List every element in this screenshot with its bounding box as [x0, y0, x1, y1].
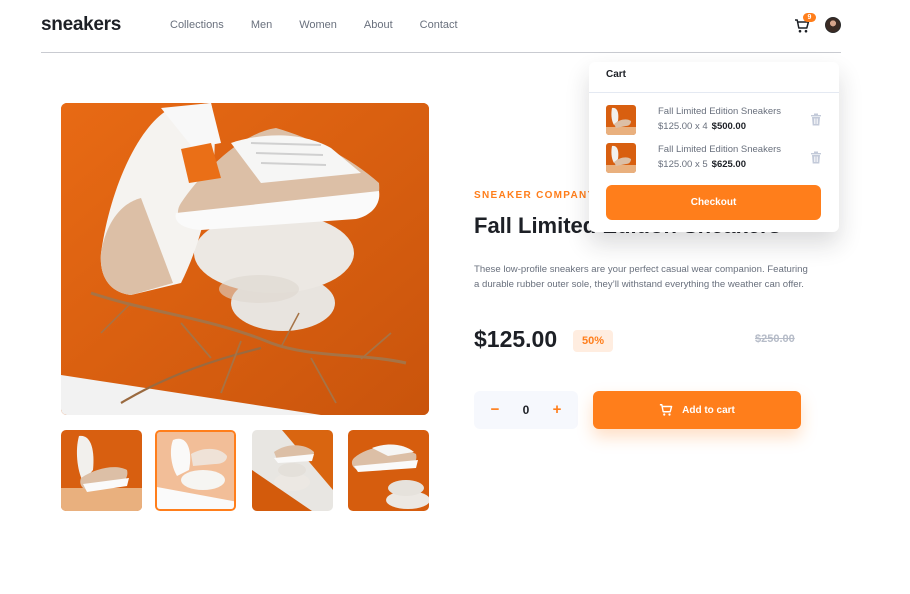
company-label: SNEAKER COMPANY	[474, 190, 596, 201]
thumbnail-4[interactable]	[348, 430, 429, 511]
cart-count-badge: 9	[803, 13, 816, 22]
product-description: These low-profile sneakers are your perf…	[474, 264, 808, 290]
cart-divider	[589, 92, 839, 93]
discount-badge: 50%	[573, 330, 613, 352]
add-to-cart-button[interactable]: Add to cart	[593, 391, 801, 429]
nav-about[interactable]: About	[364, 19, 393, 31]
current-price: $125.00	[474, 326, 558, 352]
original-price: $250.00	[755, 333, 795, 345]
nav-contact[interactable]: Contact	[420, 19, 458, 31]
cart-item-total: $625.00	[711, 159, 746, 170]
nav-collections[interactable]: Collections	[170, 19, 224, 31]
cart-item-calc: $125.00 x 4	[658, 121, 708, 132]
checkout-button[interactable]: Checkout	[606, 185, 821, 220]
quantity-stepper: − 0 +	[474, 391, 578, 429]
cart-item-total: $500.00	[711, 121, 746, 132]
main-product-image[interactable]	[61, 103, 429, 415]
cart-item: Fall Limited Edition Sneakers $125.00 x …	[606, 143, 826, 173]
cart-item: Fall Limited Edition Sneakers $125.00 x …	[606, 105, 826, 135]
cart-title: Cart	[606, 69, 627, 80]
cart-item-price: $125.00 x 5 $625.00	[658, 159, 746, 170]
add-to-cart-label: Add to cart	[682, 404, 735, 416]
trash-icon[interactable]	[810, 113, 822, 126]
cart-dropdown: Cart Fall Limited Edition Sneakers $125.…	[589, 62, 839, 232]
thumbnail-1[interactable]	[61, 430, 142, 511]
trash-icon[interactable]	[810, 151, 822, 164]
logo[interactable]: sneakers	[41, 14, 121, 36]
cart-item-name: Fall Limited Edition Sneakers	[658, 144, 782, 155]
nav-women[interactable]: Women	[299, 19, 337, 31]
avatar[interactable]	[825, 17, 841, 33]
header-divider	[41, 52, 841, 53]
cart-item-thumbnail	[606, 143, 636, 173]
cart-item-calc: $125.00 x 5	[658, 159, 708, 170]
cart-item-price: $125.00 x 4 $500.00	[658, 121, 746, 132]
cart-icon	[659, 404, 673, 416]
nav-men[interactable]: Men	[251, 19, 272, 31]
thumbnail-3[interactable]	[252, 430, 333, 511]
cart-item-name: Fall Limited Edition Sneakers	[658, 106, 782, 117]
cart-item-thumbnail	[606, 105, 636, 135]
thumbnail-2[interactable]	[155, 430, 236, 511]
increase-quantity-button[interactable]: +	[543, 391, 571, 429]
main-nav: Collections Men Women About Contact	[170, 19, 485, 31]
